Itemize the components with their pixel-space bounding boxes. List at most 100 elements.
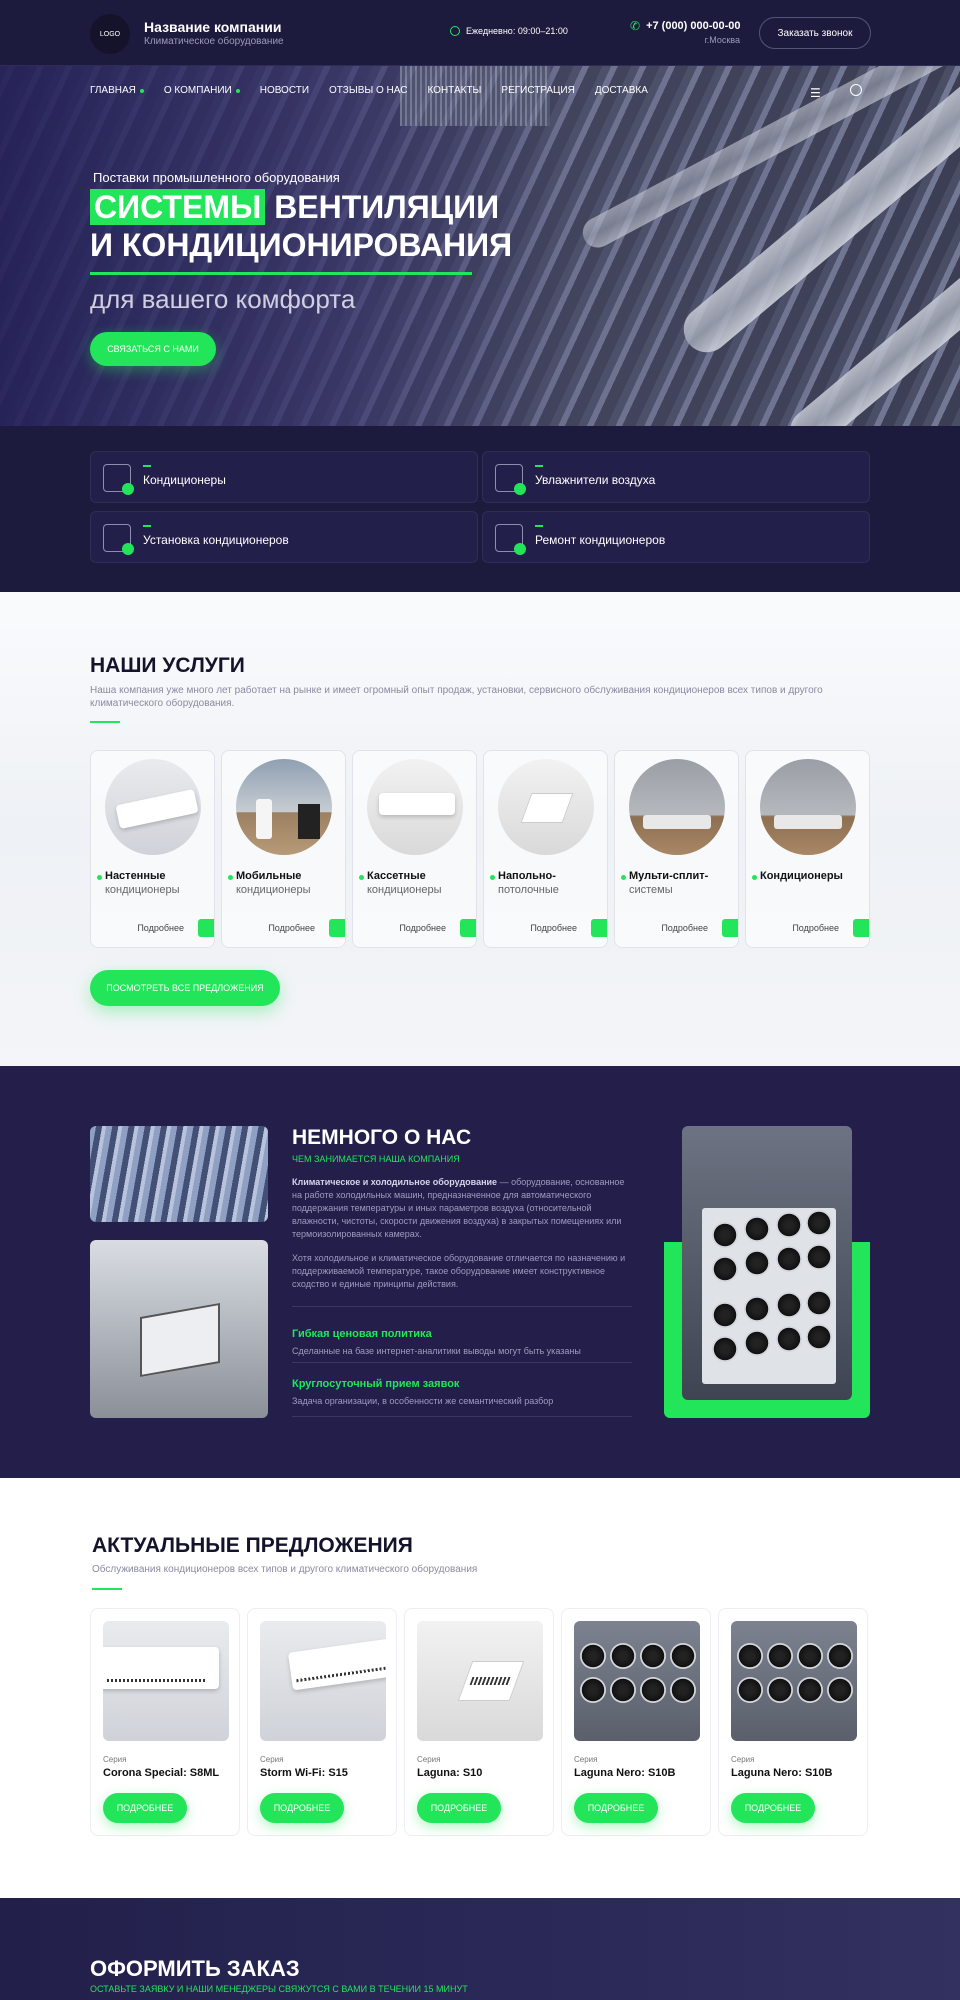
- offer-details-button[interactable]: ПОДРОБНЕЕ: [103, 1793, 187, 1823]
- services-title: НАШИ УСЛУГИ: [90, 654, 245, 677]
- service-card[interactable]: Напольно-потолочные Подробнее: [483, 750, 608, 948]
- offer-card[interactable]: Серия Laguna: S10 ПОДРОБНЕЕ: [404, 1608, 554, 1836]
- category-label: Увлажнители воздуха: [535, 473, 656, 487]
- offers-title: АКТУАЛЬНЫЕ ПРЕДЛОЖЕНИЯ: [92, 1534, 413, 1557]
- view-all-offers-button[interactable]: ПОСМОТРЕТЬ ВСЕ ПРЕДЛОЖЕНИЯ: [90, 970, 280, 1006]
- service-card[interactable]: Мульти-сплит-системы Подробнее: [614, 750, 739, 948]
- feature-title: Круглосуточный прием заявок: [292, 1378, 460, 1390]
- service-name: Кондиционеры: [760, 870, 843, 882]
- offer-name: Storm Wi-Fi: S15: [260, 1767, 348, 1779]
- nav-item-reviews[interactable]: ОТЗЫВЫ О НАС: [329, 85, 407, 96]
- offers-section: АКТУАЛЬНЫЕ ПРЕДЛОЖЕНИЯ Обслуживания конд…: [0, 1478, 960, 1898]
- bullet-dot: [228, 875, 233, 880]
- bullet-dot: [97, 875, 102, 880]
- service-image: [760, 759, 856, 855]
- hamburger-icon[interactable]: ☰: [810, 86, 821, 100]
- service-card[interactable]: Кассетные кондиционеры Подробнее: [352, 750, 477, 948]
- company-subtitle: Климатическое оборудование: [144, 36, 284, 47]
- more-link[interactable]: Подробнее: [792, 923, 839, 933]
- offer-series-label: Серия: [417, 1755, 441, 1764]
- service-image: [236, 759, 332, 855]
- dropdown-dot-icon: [235, 88, 240, 93]
- service-card[interactable]: Настенные кондиционеры Подробнее: [90, 750, 215, 948]
- offer-card[interactable]: Серия Laguna Nero: S10B ПОДРОБНЕЕ: [718, 1608, 868, 1836]
- category-panel: Кондиционеры Увлажнители воздуха Установ…: [0, 426, 960, 592]
- more-link[interactable]: Подробнее: [661, 923, 708, 933]
- hero-kicker: Поставки промышленного оборудования: [93, 170, 340, 185]
- more-link[interactable]: Подробнее: [268, 923, 315, 933]
- feature-title: Гибкая ценовая политика: [292, 1328, 432, 1340]
- phone-number[interactable]: +7 (000) 000-00-00: [646, 20, 740, 32]
- services-section: НАШИ УСЛУГИ Наша компания уже много лет …: [0, 592, 960, 1066]
- service-card[interactable]: Кондиционеры Подробнее: [745, 750, 870, 948]
- nav-item-delivery[interactable]: ДОСТАВКА: [595, 85, 648, 96]
- ceiling-vent-decor: [400, 66, 550, 126]
- feature-desc: Задача организации, в особенности же сем…: [292, 1396, 554, 1406]
- phone-icon: ✆: [630, 19, 641, 33]
- phone[interactable]: ✆ +7 (000) 000-00-00: [630, 19, 741, 33]
- category-humidifiers[interactable]: Увлажнители воздуха: [482, 451, 870, 503]
- service-name: Настенные кондиционеры: [105, 870, 180, 896]
- main-nav: ГЛАВНАЯ О КОМПАНИИ НОВОСТИ ОТЗЫВЫ О НАС …: [90, 85, 648, 96]
- more-link[interactable]: Подробнее: [399, 923, 446, 933]
- offers-description: Обслуживания кондиционеров всех типов и …: [92, 1564, 478, 1575]
- offer-details-button[interactable]: ПОДРОБНЕЕ: [260, 1793, 344, 1823]
- hero-subtitle: для вашего комфорта: [90, 284, 356, 314]
- logo[interactable]: LOGO: [90, 14, 130, 54]
- arrow-icon[interactable]: [722, 919, 738, 937]
- nav-item-about[interactable]: О КОМПАНИИ: [164, 85, 240, 96]
- bullet-dot: [490, 875, 495, 880]
- divider: [292, 1306, 632, 1307]
- offer-series-label: Серия: [103, 1755, 127, 1764]
- category-installation[interactable]: Установка кондиционеров: [90, 511, 478, 563]
- offer-card[interactable]: Серия Storm Wi-Fi: S15 ПОДРОБНЕЕ: [247, 1608, 397, 1836]
- arrow-icon[interactable]: [591, 919, 607, 937]
- service-card[interactable]: Мобильные кондиционеры Подробнее: [221, 750, 346, 948]
- service-name: Кассетные кондиционеры: [367, 870, 442, 896]
- offer-details-button[interactable]: ПОДРОБНЕЕ: [417, 1793, 501, 1823]
- offer-details-button[interactable]: ПОДРОБНЕЕ: [574, 1793, 658, 1823]
- arrow-icon[interactable]: [198, 919, 214, 937]
- offer-image: [417, 1621, 543, 1741]
- search-icon[interactable]: [850, 84, 862, 96]
- offer-card[interactable]: Серия Laguna Nero: S10B ПОДРОБНЕЕ: [561, 1608, 711, 1836]
- arrow-icon[interactable]: [329, 919, 345, 937]
- category-repair[interactable]: Ремонт кондиционеров: [482, 511, 870, 563]
- bullet-dot: [621, 875, 626, 880]
- nav-item-news[interactable]: НОВОСТИ: [260, 85, 309, 96]
- dropdown-dot-icon: [139, 88, 144, 93]
- repair-tools-icon: [495, 524, 526, 555]
- callback-button[interactable]: Заказать звонок: [759, 17, 871, 49]
- nav-item-registration[interactable]: РЕГИСТРАЦИЯ: [501, 85, 574, 96]
- offer-name: Corona Special: S8ML: [103, 1767, 220, 1779]
- clock-icon: [450, 26, 460, 36]
- arrow-icon[interactable]: [853, 919, 869, 937]
- hours-text: Ежедневно: 09:00–21:00: [466, 26, 568, 36]
- offer-series-label: Серия: [574, 1755, 598, 1764]
- offer-image: [260, 1621, 386, 1741]
- category-label: Установка кондиционеров: [143, 533, 289, 547]
- company-name: Название компании: [144, 19, 282, 35]
- city: г.Москва: [704, 35, 740, 45]
- humidifier-icon: [495, 464, 526, 495]
- offer-details-button[interactable]: ПОДРОБНЕЕ: [731, 1793, 815, 1823]
- more-link[interactable]: Подробнее: [530, 923, 577, 933]
- offer-card[interactable]: Серия Corona Special: S8ML ПОДРОБНЕЕ: [90, 1608, 240, 1836]
- contact-us-button[interactable]: СВЯЗАТЬСЯ С НАМИ: [90, 332, 216, 366]
- working-hours: Ежедневно: 09:00–21:00: [450, 26, 568, 36]
- about-image-top: [90, 1126, 268, 1222]
- more-link[interactable]: Подробнее: [137, 923, 184, 933]
- services-description: Наша компания уже много лет работает на …: [90, 685, 823, 709]
- about-paragraph-2: Хотя холодильное и климатическое оборудо…: [292, 1253, 626, 1289]
- offer-name: Laguna Nero: S10B: [731, 1767, 833, 1779]
- offer-name: Laguna Nero: S10B: [574, 1767, 676, 1779]
- nav-item-home[interactable]: ГЛАВНАЯ: [90, 85, 144, 96]
- offer-image: [731, 1621, 857, 1741]
- arrow-icon[interactable]: [460, 919, 476, 937]
- category-ac[interactable]: Кондиционеры: [90, 451, 478, 503]
- order-title: ОФОРМИТЬ ЗАКАЗ: [90, 1956, 300, 1981]
- offer-name: Laguna: S10: [417, 1767, 483, 1779]
- service-image: [367, 759, 463, 855]
- about-image-bottom: [90, 1240, 268, 1418]
- nav-item-contacts[interactable]: КОНТАКТЫ: [427, 85, 481, 96]
